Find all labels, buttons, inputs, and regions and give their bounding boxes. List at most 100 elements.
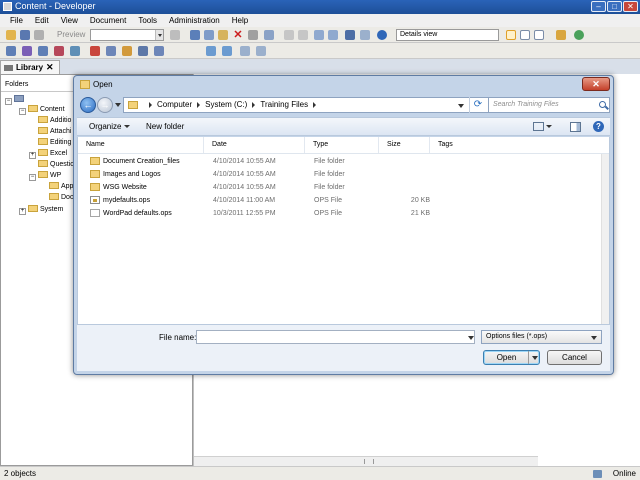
view-mode-select[interactable]: Details view — [396, 29, 499, 41]
tree-expand-icon[interactable]: + — [19, 208, 26, 215]
column-header-type[interactable]: Type — [305, 137, 379, 153]
column-header-date[interactable]: Date — [204, 137, 305, 153]
columns-view-icon[interactable] — [534, 30, 544, 40]
preview-button[interactable]: Preview — [50, 29, 88, 41]
refresh-icon[interactable]: ⟳ — [469, 97, 486, 113]
tree-collapse-icon[interactable]: − — [5, 98, 12, 105]
move-up-icon[interactable] — [206, 46, 216, 56]
menu-help[interactable]: Help — [226, 14, 254, 27]
tree-node-wp[interactable]: − WP — [29, 171, 61, 181]
tree-node-additio[interactable]: Additio — [38, 116, 71, 126]
breadcrumb-separator-icon[interactable] — [252, 101, 256, 108]
filter-icon[interactable] — [360, 30, 370, 40]
menu-edit[interactable]: Edit — [29, 14, 55, 27]
back-arrow-icon[interactable]: ← — [80, 97, 96, 113]
address-dropdown-icon[interactable] — [458, 104, 464, 108]
tree-node-root[interactable]: − — [5, 95, 26, 105]
recent-pages-chevron-icon[interactable] — [115, 103, 121, 107]
change-view-icon[interactable] — [533, 122, 544, 131]
copy-icon[interactable] — [204, 30, 214, 40]
check-out-icon[interactable] — [70, 46, 80, 56]
check-in-icon[interactable] — [54, 46, 64, 56]
breadcrumb-separator-icon[interactable] — [313, 101, 317, 108]
dialog-close-button[interactable]: ✕ — [582, 77, 610, 91]
find-icon[interactable] — [264, 30, 274, 40]
tree-node-app[interactable]: App — [49, 182, 73, 192]
help-icon[interactable] — [377, 30, 387, 40]
file-row[interactable]: WordPad defaults.ops 10/3/2011 12:55 PM … — [78, 207, 598, 220]
tree-node-editing[interactable]: Editing — [38, 138, 71, 148]
open-options-chevron-icon[interactable] — [528, 351, 539, 364]
open-button[interactable]: Open — [483, 350, 540, 365]
column-header-size[interactable]: Size — [379, 137, 430, 153]
search-box[interactable]: Search Training Files — [488, 97, 610, 113]
breadcrumb-separator-icon[interactable] — [149, 101, 152, 108]
file-row[interactable]: Images and Logos 4/10/2014 10:55 AM File… — [78, 168, 598, 181]
refresh-icon[interactable] — [574, 30, 584, 40]
preview-pane-icon[interactable] — [570, 121, 581, 132]
undo-icon[interactable] — [284, 30, 294, 40]
move-icon[interactable] — [222, 46, 232, 56]
link-icon[interactable] — [240, 46, 250, 56]
file-name-field[interactable] — [196, 330, 475, 344]
print-icon[interactable] — [34, 30, 44, 40]
help-icon[interactable]: ? — [593, 121, 604, 132]
open-folder-icon[interactable] — [6, 30, 16, 40]
file-row[interactable]: Document Creation_files 4/10/2014 10:55 … — [78, 155, 598, 168]
export-icon[interactable] — [556, 30, 566, 40]
new-folder-button[interactable]: New folder — [146, 122, 184, 131]
history-icon[interactable] — [154, 46, 164, 56]
tree-node-excel[interactable]: + Excel — [29, 149, 67, 159]
binoculars-icon[interactable] — [345, 30, 355, 40]
tree-expand-icon[interactable]: + — [29, 152, 36, 159]
menu-tools[interactable]: Tools — [132, 14, 163, 27]
close-library-icon[interactable]: ✕ — [46, 62, 54, 73]
scrollbar-thumb[interactable] — [603, 176, 608, 186]
breadcrumb-separator-icon[interactable] — [197, 101, 201, 108]
redo-icon[interactable] — [298, 30, 308, 40]
zoom-out-icon[interactable] — [328, 30, 338, 40]
file-type-select[interactable]: Options files (*.ops) — [481, 330, 602, 344]
tree-node-attachi[interactable]: Attachi — [38, 127, 71, 137]
delete-icon[interactable]: ✕ — [233, 30, 243, 41]
details-view-icon[interactable] — [506, 30, 516, 40]
maximize-button[interactable]: □ — [607, 1, 622, 12]
cut-icon[interactable] — [190, 30, 200, 40]
new-document-icon[interactable] — [6, 46, 16, 56]
tree-node-doc[interactable]: Doc — [49, 193, 73, 203]
attach-icon[interactable] — [256, 46, 266, 56]
list-view-icon[interactable] — [520, 30, 530, 40]
cancel-button[interactable]: Cancel — [547, 350, 602, 365]
import-icon[interactable] — [38, 46, 48, 56]
file-row[interactable]: WSG Website 4/10/2014 10:55 AM File fold… — [78, 181, 598, 194]
tree-collapse-icon[interactable]: − — [19, 108, 26, 115]
column-header-name[interactable]: Name — [78, 137, 204, 153]
menu-administration[interactable]: Administration — [163, 14, 226, 27]
breadcrumb-system-c[interactable]: System (C:) — [205, 100, 247, 109]
tree-node-questio[interactable]: Questio — [38, 160, 74, 170]
paste-icon[interactable] — [218, 30, 228, 40]
search-icon[interactable] — [599, 101, 606, 108]
scrollbar-thumb[interactable] — [364, 459, 374, 464]
organize-button[interactable]: Organize — [89, 122, 131, 131]
library-tab[interactable]: Library ✕ — [0, 60, 60, 74]
horizontal-scrollbar[interactable] — [194, 456, 538, 466]
tree-collapse-icon[interactable]: − — [29, 174, 36, 181]
toolbar-combo[interactable] — [90, 29, 164, 41]
breadcrumb-computer[interactable]: Computer — [157, 100, 192, 109]
properties-icon[interactable] — [248, 30, 258, 40]
remove-icon[interactable] — [90, 46, 100, 56]
toolbar-disabled-icon[interactable] — [170, 30, 180, 40]
close-button[interactable]: ✕ — [623, 1, 638, 12]
tree-node-system[interactable]: + System — [19, 205, 63, 215]
share-icon[interactable] — [138, 46, 148, 56]
file-list-scrollbar[interactable] — [601, 154, 609, 324]
address-bar[interactable]: Computer System (C:) Training Files — [123, 97, 489, 113]
file-name-dropdown-icon[interactable] — [468, 336, 474, 340]
save-icon[interactable] — [20, 30, 30, 40]
file-row[interactable]: mydefaults.ops 4/10/2014 11:00 AM OPS Fi… — [78, 194, 598, 207]
zoom-in-icon[interactable] — [314, 30, 324, 40]
tools-icon[interactable] — [122, 46, 132, 56]
menu-document[interactable]: Document — [84, 14, 132, 27]
edit-icon[interactable] — [106, 46, 116, 56]
